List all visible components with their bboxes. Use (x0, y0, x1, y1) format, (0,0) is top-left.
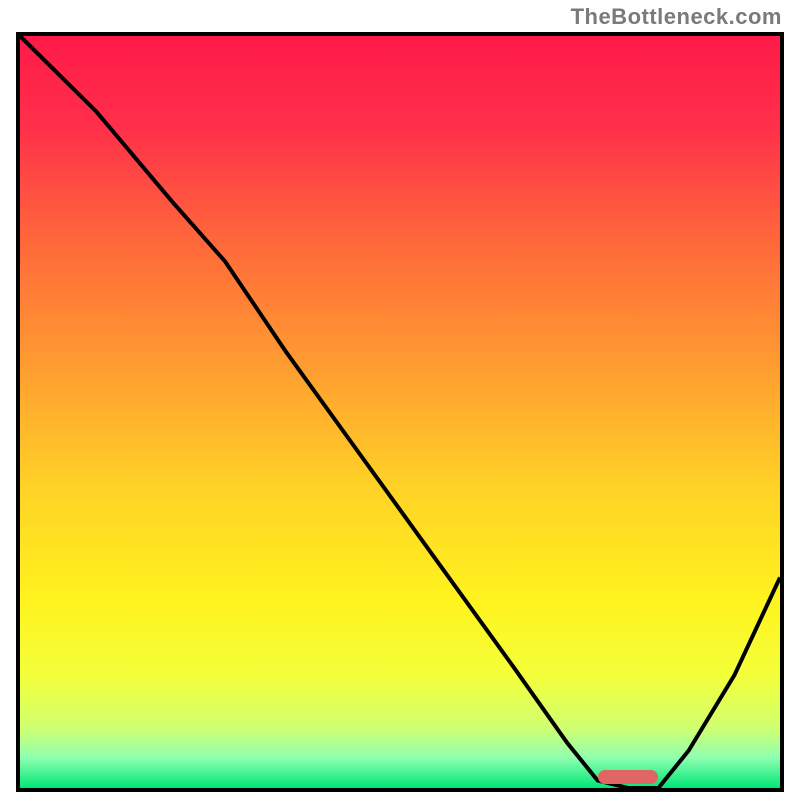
watermark-text: TheBottleneck.com (571, 4, 782, 30)
chart-area (16, 32, 784, 792)
bottleneck-curve (20, 36, 780, 788)
optimal-range-marker (598, 770, 659, 784)
